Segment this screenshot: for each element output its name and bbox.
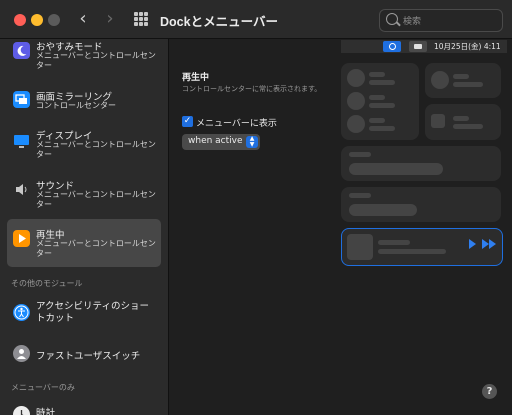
menubar-date: 10月25日(金) 4:11 — [434, 42, 501, 51]
sidebar-item-sublabel: メニューバーとコントロールセンター — [36, 190, 156, 209]
forward-button[interactable]: › — [101, 9, 119, 29]
minimize-button[interactable] — [31, 14, 43, 26]
preview-tile-now-playing — [341, 228, 503, 266]
show-in-menubar-checkbox[interactable]: ✓ — [182, 116, 193, 127]
title-bar: ‹ › Dockとメニューバー 検索 — [0, 0, 512, 39]
sidebar-item-now-playing[interactable]: 再生中 メニューバーとコントロールセンター — [7, 219, 161, 267]
section-header-other-modules: その他のモジュール — [11, 279, 83, 288]
page-title: 再生中 — [182, 73, 210, 83]
preview-tile-sound — [341, 187, 501, 222]
sidebar-item-label: アクセシビリティのショートカット — [36, 301, 158, 325]
zoom-button[interactable] — [48, 14, 60, 26]
page-description: コントロールセンターに常に表示されます。 — [182, 85, 322, 93]
window-title: Dockとメニューバー — [160, 15, 278, 29]
preview-tile-display — [341, 146, 501, 181]
preview-tile-connectivity — [341, 63, 419, 140]
moon-icon — [13, 42, 30, 59]
fast-forward-icon — [482, 239, 489, 249]
sidebar-item-display[interactable]: ディスプレイ メニューバーとコントロールセンター — [7, 127, 161, 163]
close-button[interactable] — [14, 14, 26, 26]
search-icon — [386, 13, 398, 25]
fast-forward-icon-part — [489, 239, 496, 249]
sidebar-item-accessibility-shortcuts[interactable]: アクセシビリティのショートカット — [7, 297, 161, 331]
visibility-popup-value: when active — [188, 136, 243, 146]
sidebar-item-label: ファストユーザスイッチ — [36, 351, 141, 362]
help-button[interactable]: ? — [482, 384, 497, 399]
sidebar-item-label: 時計 — [36, 408, 56, 415]
show-all-grid-icon[interactable] — [134, 12, 148, 26]
sidebar: おやすみモード メニューバーとコントロールセンター 画面ミラーリング コントロー… — [0, 39, 169, 415]
sidebar-item-screen-mirroring[interactable]: 画面ミラーリング コントロールセンター — [7, 84, 161, 120]
back-button[interactable]: ‹ — [74, 9, 92, 29]
sidebar-item-sublabel: メニューバーとコントロールセンター — [36, 140, 156, 159]
sidebar-item-sublabel: メニューバーとコントロールセンター — [36, 239, 156, 258]
sidebar-item-sublabel: メニューバーとコントロールセンター — [36, 51, 156, 70]
album-art-placeholder — [347, 234, 373, 260]
control-center-menubar-icon — [383, 41, 401, 52]
preferences-window: ‹ › Dockとメニューバー 検索 おやすみモード メニューバーとコントロール… — [0, 0, 512, 415]
visibility-popup[interactable]: when active ▲ ▼ — [182, 134, 260, 150]
sidebar-item-clock[interactable]: 時計 — [7, 402, 161, 415]
section-header-menubar-only: メニューバーのみ — [11, 383, 75, 392]
search-placeholder: 検索 — [403, 17, 422, 27]
sidebar-item-sublabel: コントロールセンター — [36, 101, 116, 110]
preview-tile-small-1 — [425, 63, 501, 98]
search-field[interactable]: 検索 — [379, 9, 503, 32]
popup-arrows-icon: ▲ ▼ — [246, 136, 258, 148]
user-switch-icon — [13, 345, 30, 362]
display-icon — [13, 133, 30, 150]
sidebar-item-do-not-disturb[interactable]: おやすみモード メニューバーとコントロールセンター — [7, 39, 161, 75]
clock-icon — [13, 406, 30, 415]
speaker-icon — [13, 181, 30, 198]
battery-menubar-icon — [409, 41, 427, 52]
accessibility-icon — [13, 304, 30, 321]
play-icon — [469, 239, 476, 249]
preview-tile-small-2 — [425, 104, 501, 140]
screen-mirroring-icon — [13, 91, 30, 108]
play-icon — [13, 230, 30, 247]
sidebar-item-sound[interactable]: サウンド メニューバーとコントロールセンター — [7, 177, 161, 213]
show-in-menubar-label[interactable]: メニューバーに表示 — [196, 116, 277, 129]
sidebar-item-label-text: アクセシビリティのショートカット — [36, 301, 149, 324]
sidebar-item-fast-user-switching[interactable]: ファストユーザスイッチ — [7, 341, 161, 365]
